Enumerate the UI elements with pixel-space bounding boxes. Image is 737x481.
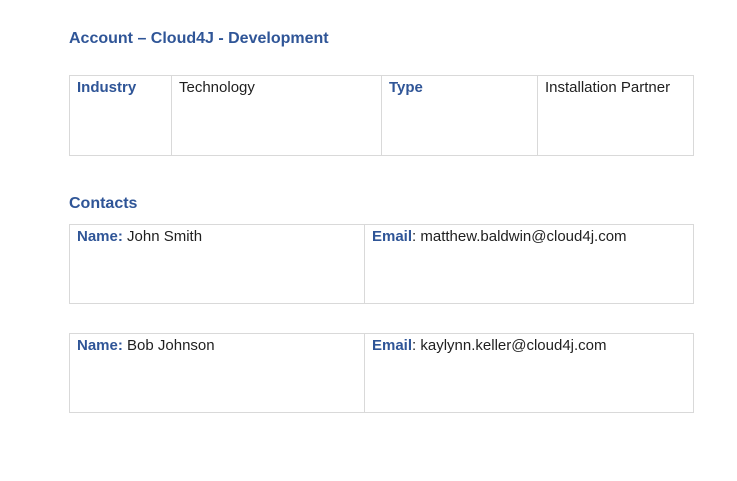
contact-email: kaylynn.keller@cloud4j.com — [420, 337, 607, 354]
contact-name-cell: Name: Bob Johnson — [69, 333, 365, 413]
contact-name-cell: Name: John Smith — [69, 224, 365, 304]
page-title: Account – Cloud4J - Development — [69, 30, 329, 47]
contact-email-cell: Email: matthew.baldwin@cloud4j.com — [364, 224, 694, 304]
contact-email-cell: Email: kaylynn.keller@cloud4j.com — [364, 333, 694, 413]
email-label: Email — [372, 228, 413, 245]
type-value-cell: Installation Partner — [537, 75, 694, 156]
type-label-cell: Type — [381, 75, 538, 156]
industry-label: Industry — [77, 79, 137, 96]
name-label: Name: — [77, 337, 123, 354]
industry-value: Technology — [179, 79, 255, 96]
contact-row: Name: Bob Johnson Email: kaylynn.keller@… — [69, 333, 694, 413]
type-label: Type — [389, 79, 423, 96]
industry-value-cell: Technology — [171, 75, 382, 156]
contact-email: matthew.baldwin@cloud4j.com — [420, 228, 627, 245]
contact-name: John Smith — [127, 228, 203, 245]
industry-label-cell: Industry — [69, 75, 172, 156]
contact-table: Name: John Smith Email: matthew.baldwin@… — [69, 224, 694, 304]
email-label: Email — [372, 337, 413, 354]
account-details-row: Industry Technology Type Installation Pa… — [69, 75, 694, 156]
contact-row: Name: John Smith Email: matthew.baldwin@… — [69, 224, 694, 304]
type-value: Installation Partner — [545, 79, 671, 96]
name-label: Name: — [77, 228, 123, 245]
contact-name: Bob Johnson — [127, 337, 215, 354]
contacts-heading: Contacts — [69, 195, 138, 212]
account-details-table: Industry Technology Type Installation Pa… — [69, 75, 694, 156]
contact-table: Name: Bob Johnson Email: kaylynn.keller@… — [69, 333, 694, 413]
